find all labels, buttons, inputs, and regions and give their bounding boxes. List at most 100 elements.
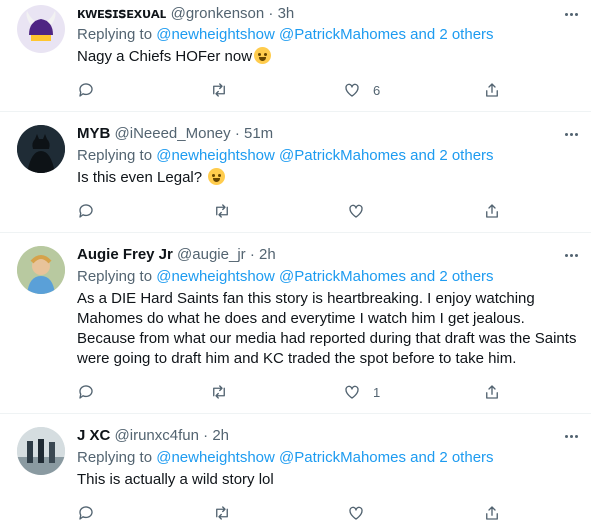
tweet-text-content: Is this even Legal? (77, 169, 203, 186)
like-button[interactable] (347, 503, 365, 523)
runners-photo-icon (17, 427, 65, 475)
heart-icon (349, 506, 363, 520)
separator-dot: · (234, 125, 240, 142)
reply-button[interactable] (77, 201, 95, 221)
reply-button[interactable] (77, 503, 95, 523)
user-handle[interactable]: @augie_jr (177, 246, 246, 263)
reply-icon (79, 506, 93, 520)
reply-icon (79, 83, 93, 97)
replying-to: Replying to @newheightshow @PatrickMahom… (77, 448, 494, 468)
heart-icon (349, 204, 363, 218)
and-others-link[interactable]: and 2 others (410, 449, 493, 466)
tweet[interactable]: ᴋᴡᴇꜱɪꜱᴇxᴜᴀʟ @gronkenson · 3h Replying to… (0, 0, 591, 112)
replying-to: Replying to @newheightshow @PatrickMahom… (77, 146, 494, 166)
user-handle[interactable]: @gronkenson (171, 5, 265, 22)
loudly-crying-face-icon (254, 47, 272, 64)
user-handle[interactable]: @irunxc4fun (115, 427, 199, 444)
reply-button[interactable] (77, 80, 95, 100)
replying-to-label: Replying to (77, 26, 153, 43)
display-name[interactable]: MYB (77, 125, 110, 142)
retweet-icon (216, 506, 228, 520)
share-icon (486, 385, 498, 399)
timestamp[interactable]: 3h (278, 5, 295, 22)
tweet[interactable]: Augie Frey Jr @augie_jr · 2h Replying to… (0, 233, 591, 414)
tweet-header: ᴋᴡᴇꜱɪꜱᴇxᴜᴀʟ @gronkenson · 3h (77, 4, 294, 24)
avatar[interactable] (17, 125, 65, 173)
mention-link[interactable]: @PatrickMahomes (279, 449, 406, 466)
avatar[interactable] (17, 246, 65, 294)
and-others-link[interactable]: and 2 others (410, 268, 493, 285)
mention-link[interactable]: @newheightshow (156, 26, 275, 43)
more-options-icon[interactable] (561, 4, 581, 24)
reply-icon (79, 204, 93, 218)
mention-link[interactable]: @PatrickMahomes (279, 268, 406, 285)
separator-dot: · (268, 5, 274, 22)
tweet[interactable]: J XC @irunxc4fun · 2h Replying to @newhe… (0, 414, 591, 522)
like-count: 6 (373, 82, 381, 98)
share-button[interactable] (483, 382, 501, 402)
tweet-header: J XC @irunxc4fun · 2h (77, 426, 229, 446)
tweet-header: Augie Frey Jr @augie_jr · 2h (77, 245, 276, 265)
retweet-button[interactable] (213, 201, 231, 221)
retweet-button[interactable] (210, 382, 228, 402)
tweet-actions: 6 (77, 80, 507, 100)
mention-link[interactable]: @PatrickMahomes (279, 147, 406, 164)
retweet-icon (216, 204, 228, 218)
tweet-actions (77, 201, 507, 221)
heart-icon (345, 385, 359, 399)
tweet-actions: 1 (77, 382, 507, 402)
timestamp[interactable]: 2h (259, 246, 276, 263)
display-name[interactable]: ᴋᴡᴇꜱɪꜱᴇxᴜᴀʟ (77, 5, 166, 22)
retweet-button[interactable] (210, 80, 228, 100)
display-name[interactable]: J XC (77, 427, 110, 444)
tweet-actions (77, 503, 507, 523)
more-options-icon[interactable] (561, 245, 581, 265)
share-icon (486, 506, 498, 520)
reply-button[interactable] (77, 382, 95, 402)
heart-icon (345, 83, 359, 97)
mention-link[interactable]: @PatrickMahomes (279, 26, 406, 43)
and-others-link[interactable]: and 2 others (410, 26, 493, 43)
mention-link[interactable]: @newheightshow (156, 449, 275, 466)
tweet-text: As a DIE Hard Saints fan this story is h… (77, 290, 577, 367)
separator-dot: · (203, 427, 209, 444)
and-others-link[interactable]: and 2 others (410, 147, 493, 164)
like-button[interactable]: 1 (343, 382, 380, 402)
share-button[interactable] (483, 80, 501, 100)
display-name[interactable]: Augie Frey Jr (77, 246, 173, 263)
share-button[interactable] (483, 201, 501, 221)
replying-to: Replying to @newheightshow @PatrickMahom… (77, 267, 494, 287)
separator-dot: · (249, 246, 255, 263)
retweet-icon (213, 385, 225, 399)
avatar[interactable] (17, 427, 65, 475)
mention-link[interactable]: @newheightshow (156, 147, 275, 164)
share-icon (486, 204, 498, 218)
tweet[interactable]: MYB @iNeeed_Money · 51m Replying to @new… (0, 112, 591, 233)
like-button[interactable] (347, 201, 365, 221)
timestamp[interactable]: 51m (244, 125, 273, 142)
replying-to-label: Replying to (77, 147, 153, 164)
user-handle[interactable]: @iNeeed_Money (115, 125, 231, 142)
share-icon (486, 83, 498, 97)
replying-to: Replying to @newheightshow @PatrickMahom… (77, 25, 494, 45)
tweet-text: Is this even Legal? (77, 168, 583, 188)
retweet-button[interactable] (213, 503, 231, 523)
more-options-icon[interactable] (561, 124, 581, 144)
replying-to-label: Replying to (77, 449, 153, 466)
like-button[interactable]: 6 (343, 80, 380, 100)
tweet-text-content: Nagy a Chiefs HOFer now (77, 48, 253, 65)
replying-to-label: Replying to (77, 268, 153, 285)
avatar[interactable] (17, 5, 65, 53)
tweet-text: This is actually a wild story lol (77, 471, 274, 488)
like-count: 1 (373, 384, 381, 400)
mention-link[interactable]: @newheightshow (156, 268, 275, 285)
tweet-header: MYB @iNeeed_Money · 51m (77, 124, 273, 144)
tweet-text: Nagy a Chiefs HOFer now (77, 47, 583, 67)
retweet-icon (213, 83, 225, 97)
child-photo-icon (17, 246, 65, 294)
share-button[interactable] (483, 503, 501, 523)
reply-icon (79, 385, 93, 399)
more-options-icon[interactable] (561, 426, 581, 446)
timestamp[interactable]: 2h (212, 427, 229, 444)
vikings-helmet-icon (26, 11, 56, 41)
